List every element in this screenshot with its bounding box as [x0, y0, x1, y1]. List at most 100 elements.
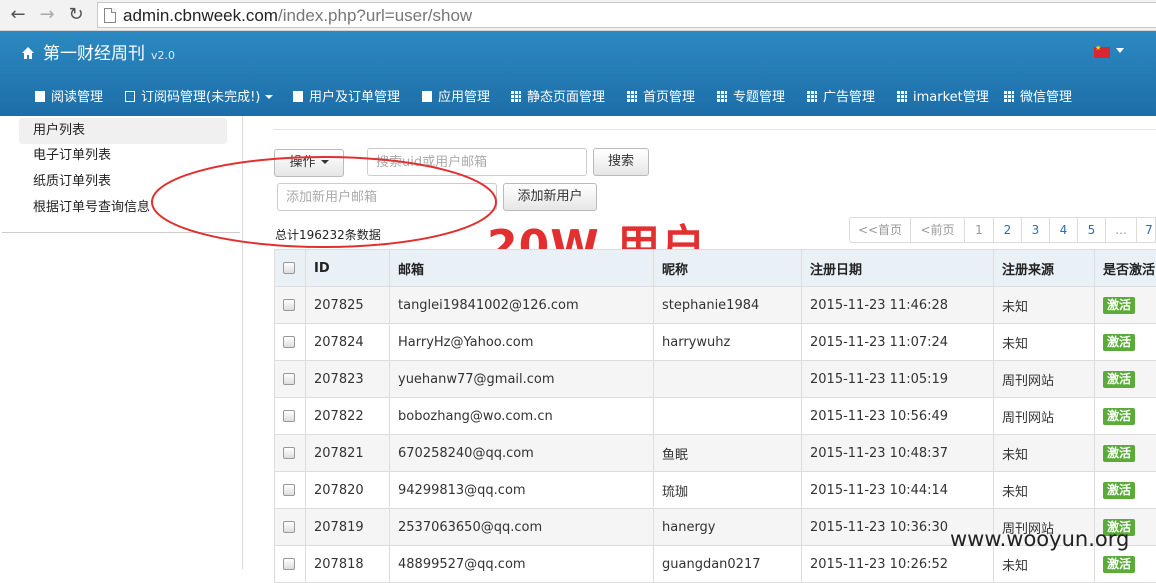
cell-nickname: 琉珈	[654, 472, 802, 509]
menu-item-static-pages[interactable]: 静态页面管理	[511, 86, 605, 105]
breadcrumb-divider	[273, 116, 1156, 130]
status-badge[interactable]: 激活	[1103, 297, 1135, 314]
table-row[interactable]: 207818 48899527@qq.com guangdan0217 2015…	[275, 546, 1156, 583]
row-select-cell	[275, 361, 306, 398]
cell-nickname: harrywuhz	[654, 324, 802, 361]
row-checkbox[interactable]	[283, 447, 295, 459]
cell-source: 未知	[994, 435, 1095, 472]
status-badge[interactable]: 激活	[1103, 445, 1135, 462]
cell-email: HarryHz@Yahoo.com	[390, 324, 654, 361]
grid-icon	[807, 91, 817, 102]
cell-reg-date: 2015-11-23 10:56:49	[802, 398, 994, 435]
search-button[interactable]: 搜索	[593, 148, 649, 176]
menu-item-label: 应用管理	[438, 90, 490, 105]
pagination-page[interactable]: 1	[965, 217, 994, 243]
cell-reg-date: 2015-11-23 10:48:37	[802, 435, 994, 472]
grid-icon	[1004, 91, 1014, 102]
pagination-page[interactable]: 4	[1050, 217, 1078, 243]
row-select-cell	[275, 435, 306, 472]
cell-status: 激活	[1095, 546, 1156, 583]
pagination: <<首页 <前页 1 2 3 4 5 ... 7	[849, 217, 1156, 243]
reload-icon[interactable]: ↻	[66, 5, 86, 25]
menu-item-label: 微信管理	[1020, 90, 1072, 105]
sidebar-item-user-list[interactable]: 用户列表	[19, 118, 227, 144]
column-header-source[interactable]: 注册来源	[994, 250, 1095, 287]
row-checkbox[interactable]	[283, 558, 295, 570]
menu-item-label: imarket管理	[913, 90, 989, 105]
cell-source: 未知	[994, 324, 1095, 361]
cell-nickname	[654, 398, 802, 435]
cell-reg-date: 2015-11-23 10:26:52	[802, 546, 994, 583]
row-checkbox[interactable]	[283, 410, 295, 422]
column-header-reg-date[interactable]: 注册日期	[802, 250, 994, 287]
status-badge[interactable]: 激活	[1103, 334, 1135, 351]
menu-item-wechat[interactable]: 微信管理	[1004, 86, 1072, 105]
page-icon	[104, 8, 116, 23]
pagination-page[interactable]: 2	[994, 217, 1022, 243]
cell-source: 未知	[994, 472, 1095, 509]
row-checkbox[interactable]	[283, 299, 295, 311]
cell-source: 周刊网站	[994, 398, 1095, 435]
status-badge[interactable]: 激活	[1103, 371, 1135, 388]
cell-nickname: hanergy	[654, 509, 802, 546]
menu-item-topics[interactable]: 专题管理	[717, 86, 785, 105]
menu-item-apps[interactable]: 应用管理	[422, 86, 490, 105]
column-header-email[interactable]: 邮箱	[390, 250, 654, 287]
brand[interactable]: 第一财经周刊v2.0	[22, 39, 175, 64]
table-row[interactable]: 207824 HarryHz@Yahoo.com harrywuhz 2015-…	[275, 324, 1156, 361]
status-badge[interactable]: 激活	[1103, 408, 1135, 425]
column-header-id[interactable]: ID	[306, 250, 390, 287]
cell-reg-date: 2015-11-23 11:07:24	[802, 324, 994, 361]
cell-email: bobozhang@wo.com.cn	[390, 398, 654, 435]
cell-id: 207819	[306, 509, 390, 546]
menu-item-ads[interactable]: 广告管理	[807, 86, 875, 105]
china-flag-icon[interactable]	[1094, 47, 1110, 58]
row-checkbox[interactable]	[283, 336, 295, 348]
status-badge[interactable]: 激活	[1103, 556, 1135, 573]
menu-item-imarket[interactable]: imarket管理	[897, 86, 989, 105]
table-row[interactable]: 207823 yuehanw77@gmail.com 2015-11-23 11…	[275, 361, 1156, 398]
grid-icon	[627, 91, 637, 102]
total-count: 总计196232条数据	[275, 226, 381, 243]
menu-item-subscription-codes[interactable]: 订阅码管理(未完成!)	[125, 86, 273, 105]
column-header-nickname[interactable]: 昵称	[654, 250, 802, 287]
cell-id: 207818	[306, 546, 390, 583]
chevron-down-icon[interactable]	[1116, 48, 1124, 53]
select-all-checkbox[interactable]	[283, 262, 295, 274]
cell-id: 207820	[306, 472, 390, 509]
menu-item-label: 静态页面管理	[527, 90, 605, 105]
table-row[interactable]: 207825 tanglei19841002@126.com stephanie…	[275, 287, 1156, 324]
cell-nickname: 鱼眠	[654, 435, 802, 472]
table-row[interactable]: 207820 94299813@qq.com 琉珈 2015-11-23 10:…	[275, 472, 1156, 509]
pagination-page[interactable]: 7	[1137, 217, 1156, 243]
back-arrow-icon[interactable]: ←	[8, 5, 28, 25]
row-select-cell	[275, 472, 306, 509]
menu-item-homepage[interactable]: 首页管理	[627, 86, 695, 105]
address-bar[interactable]: admin.cbnweek.com/index.php?url=user/sho…	[97, 2, 1156, 28]
cell-email: tanglei19841002@126.com	[390, 287, 654, 324]
table-row[interactable]: 207821 670258240@qq.com 鱼眠 2015-11-23 10…	[275, 435, 1156, 472]
pagination-page[interactable]: 3	[1022, 217, 1050, 243]
cell-source: 未知	[994, 287, 1095, 324]
pagination-page[interactable]: 5	[1078, 217, 1106, 243]
url-host: admin.cbnweek.com	[123, 6, 278, 25]
cell-id: 207823	[306, 361, 390, 398]
menu-item-users-orders[interactable]: 用户及订单管理	[293, 86, 400, 105]
pagination-first[interactable]: <<首页	[849, 217, 911, 243]
select-all-cell	[275, 250, 306, 287]
pagination-prev[interactable]: <前页	[911, 217, 965, 243]
row-checkbox[interactable]	[283, 484, 295, 496]
add-user-button[interactable]: 添加新用户	[503, 183, 597, 211]
cell-email: 2537063650@qq.com	[390, 509, 654, 546]
menu-item-reading[interactable]: 阅读管理	[35, 86, 103, 105]
status-badge[interactable]: 激活	[1103, 482, 1135, 499]
row-checkbox[interactable]	[283, 373, 295, 385]
menu-item-label: 专题管理	[733, 90, 785, 105]
row-checkbox[interactable]	[283, 521, 295, 533]
cell-status: 激活	[1095, 398, 1156, 435]
pagination-ellipsis: ...	[1106, 217, 1137, 243]
forward-arrow-icon[interactable]: →	[37, 5, 57, 25]
column-header-activated[interactable]: 是否激活	[1095, 250, 1156, 287]
row-select-cell	[275, 287, 306, 324]
table-row[interactable]: 207822 bobozhang@wo.com.cn 2015-11-23 10…	[275, 398, 1156, 435]
